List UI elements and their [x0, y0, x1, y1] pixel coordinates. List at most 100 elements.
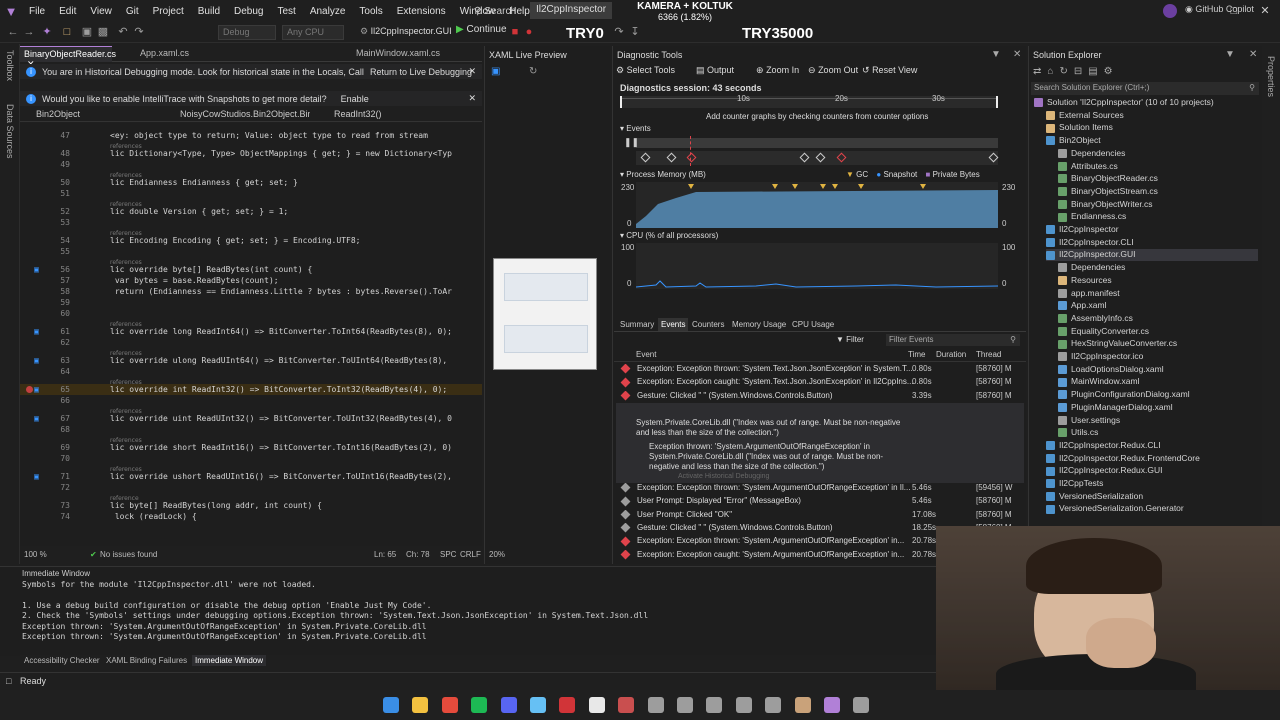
- restart-icon[interactable]: ●: [522, 25, 536, 39]
- event-marker[interactable]: [988, 152, 999, 163]
- menu-edit[interactable]: Edit: [52, 6, 83, 17]
- open-folder-icon[interactable]: □: [60, 25, 74, 39]
- event-marker[interactable]: [666, 152, 677, 163]
- code-line[interactable]: 59: [20, 297, 482, 308]
- back-icon[interactable]: ←: [6, 25, 20, 39]
- solution-tree-item[interactable]: App.xaml: [1058, 300, 1258, 312]
- build-config-dropdown[interactable]: Debug: [218, 25, 276, 40]
- code-line[interactable]: 50 lic Endianness Endianness { get; set; …: [20, 177, 482, 188]
- menu-debug[interactable]: Debug: [227, 6, 270, 17]
- sync-icon[interactable]: ⇄: [1033, 66, 1047, 77]
- solution-name-chip[interactable]: Il2CppInspector: [530, 2, 613, 19]
- tab-accessibility-checker[interactable]: Accessibility Checker: [24, 656, 100, 665]
- zoom-level[interactable]: 100 %: [24, 550, 47, 559]
- tab-cpu-usage[interactable]: CPU Usage: [792, 320, 834, 329]
- codelens-gutter-icon[interactable]: ▣: [34, 264, 39, 275]
- solution-search-input[interactable]: Search Solution Explorer (Ctrl+;) ⚲: [1031, 82, 1259, 95]
- menu-git[interactable]: Git: [119, 6, 146, 17]
- platform-dropdown[interactable]: Any CPU: [282, 25, 344, 40]
- app-icon-2[interactable]: [765, 697, 782, 713]
- pin-icon[interactable]: ▼: [1225, 49, 1235, 60]
- column-number[interactable]: Ch: 78: [406, 550, 430, 559]
- event-row[interactable]: Exception: Exception thrown: 'System.Tex…: [616, 364, 1024, 377]
- memory-graph[interactable]: [636, 182, 998, 228]
- data-sources-tab[interactable]: Data Sources: [5, 104, 15, 159]
- code-line[interactable]: 57 var bytes = base.ReadBytes(count);: [20, 275, 482, 286]
- code-line[interactable]: 61 ▣ lic override long ReadInt64() => BitC…: [20, 326, 482, 337]
- codelens-gutter-icon[interactable]: ▣: [34, 384, 39, 395]
- tab-events[interactable]: Events: [658, 318, 689, 331]
- properties-icon[interactable]: ⚙: [1104, 66, 1119, 77]
- return-to-live-link[interactable]: Return to Live Debugging: [370, 67, 472, 77]
- code-line[interactable]: 74 lock (readLock) {: [20, 511, 482, 522]
- menu-build[interactable]: Build: [191, 6, 227, 17]
- chrome-icon[interactable]: [441, 697, 458, 713]
- solution-tree-item[interactable]: Dependencies: [1058, 148, 1258, 160]
- code-line[interactable]: 53: [20, 217, 482, 228]
- code-line[interactable]: 64: [20, 366, 482, 377]
- nav-project-dropdown[interactable]: Bin2Object: [36, 109, 80, 119]
- code-line[interactable]: 66: [20, 395, 482, 406]
- code-line[interactable]: 52 lic double Version { get; set; } = 1;: [20, 206, 482, 217]
- event-row[interactable]: Exception: Exception caught: 'System.Tex…: [616, 377, 1024, 390]
- solution-tree-item[interactable]: PluginManagerDialog.xaml: [1058, 402, 1258, 414]
- solution-tree-item[interactable]: User.settings: [1058, 415, 1258, 427]
- solution-tree-item[interactable]: Il2CppInspector.Redux.GUI: [1046, 465, 1258, 477]
- code-line[interactable]: 67 ▣ lic override uint ReadUInt32() => Bit…: [20, 413, 482, 424]
- steam-icon[interactable]: [530, 697, 546, 713]
- filter-dropdown[interactable]: ▼ Filter: [836, 335, 864, 344]
- xaml-preview-thumbnail[interactable]: [493, 258, 597, 370]
- col-event[interactable]: Event: [636, 350, 656, 359]
- solution-tree-item[interactable]: Il2CppInspector.ico: [1058, 351, 1258, 363]
- discord-icon[interactable]: [500, 697, 517, 713]
- solution-tree-item[interactable]: VersionedSerialization: [1046, 491, 1258, 503]
- terminal-icon[interactable]: [735, 697, 752, 713]
- event-marker[interactable]: [640, 152, 651, 163]
- solution-tree-item[interactable]: PluginConfigurationDialog.xaml: [1058, 389, 1258, 401]
- stop-debugging-icon[interactable]: ■: [508, 25, 522, 39]
- code-line[interactable]: 68: [20, 424, 482, 435]
- code-line[interactable]: 62: [20, 337, 482, 348]
- solution-tree-item[interactable]: BinaryObjectReader.cs: [1058, 173, 1258, 185]
- solution-tree-item[interactable]: EqualityConverter.cs: [1058, 326, 1258, 338]
- solution-tree-item[interactable]: BinaryObjectWriter.cs: [1058, 199, 1258, 211]
- tab-summary[interactable]: Summary: [620, 320, 654, 329]
- collapse-icon[interactable]: ▾: [620, 124, 624, 133]
- codelens-gutter-icon[interactable]: ▣: [34, 471, 39, 482]
- solution-tree-item[interactable]: Il2CppInspector.CLI: [1046, 237, 1258, 249]
- output-button[interactable]: ▤ Output: [696, 65, 734, 76]
- redo-icon[interactable]: ↷: [132, 25, 146, 39]
- nav-class-dropdown[interactable]: NoisyCowStudios.Bin2Object.Binar: [180, 109, 310, 119]
- tab-counters[interactable]: Counters: [692, 320, 724, 329]
- code-line[interactable]: 54 lic Encoding Encoding { get; set; } = …: [20, 235, 482, 246]
- toolbox-tab[interactable]: Toolbox: [5, 50, 15, 81]
- breakpoint-icon[interactable]: [26, 386, 33, 393]
- menu-project[interactable]: Project: [146, 6, 191, 17]
- reset-view-button[interactable]: ↺ Reset View: [862, 65, 917, 76]
- issues-status[interactable]: No issues found: [100, 550, 157, 559]
- step-over-icon[interactable]: ↷: [612, 25, 626, 39]
- close-infobar-icon[interactable]: ✕: [468, 66, 476, 77]
- spotify-icon[interactable]: [471, 697, 488, 713]
- app-icon-3[interactable]: [794, 697, 811, 713]
- solution-tree-item[interactable]: Endianness.cs: [1058, 211, 1258, 223]
- tab-memory-usage[interactable]: Memory Usage: [732, 320, 786, 329]
- code-line[interactable]: 73 lic byte[] ReadBytes(long addr, int co…: [20, 500, 482, 511]
- account-avatar[interactable]: [1163, 4, 1177, 18]
- menu-view[interactable]: View: [83, 6, 119, 17]
- code-line[interactable]: 65 ▣ lic override int ReadInt32() => BitCo…: [20, 384, 482, 395]
- filter-events-search[interactable]: Filter Events ⚲: [886, 334, 1020, 346]
- code-line[interactable]: 55: [20, 246, 482, 257]
- undo-icon[interactable]: ↶: [116, 25, 130, 39]
- solution-explorer-toolbar[interactable]: ⇄⌂↻⊟▤⚙: [1033, 66, 1259, 80]
- solution-tree-item[interactable]: Il2CppInspector.Redux.CLI: [1046, 440, 1258, 452]
- code-line[interactable]: 60: [20, 308, 482, 319]
- xaml-select-icon[interactable]: ▣: [491, 66, 500, 77]
- close-panel-icon[interactable]: ✕: [1013, 49, 1021, 60]
- maximize-button[interactable]: □: [1219, 0, 1249, 22]
- xaml-refresh-icon[interactable]: ↻: [529, 66, 537, 77]
- tab-immediate-window[interactable]: Immediate Window: [192, 655, 267, 666]
- close-infobar-icon[interactable]: ✕: [468, 93, 476, 104]
- solution-tree-item[interactable]: HexStringValueConverter.cs: [1058, 338, 1258, 350]
- new-item-icon[interactable]: ✦: [40, 25, 54, 39]
